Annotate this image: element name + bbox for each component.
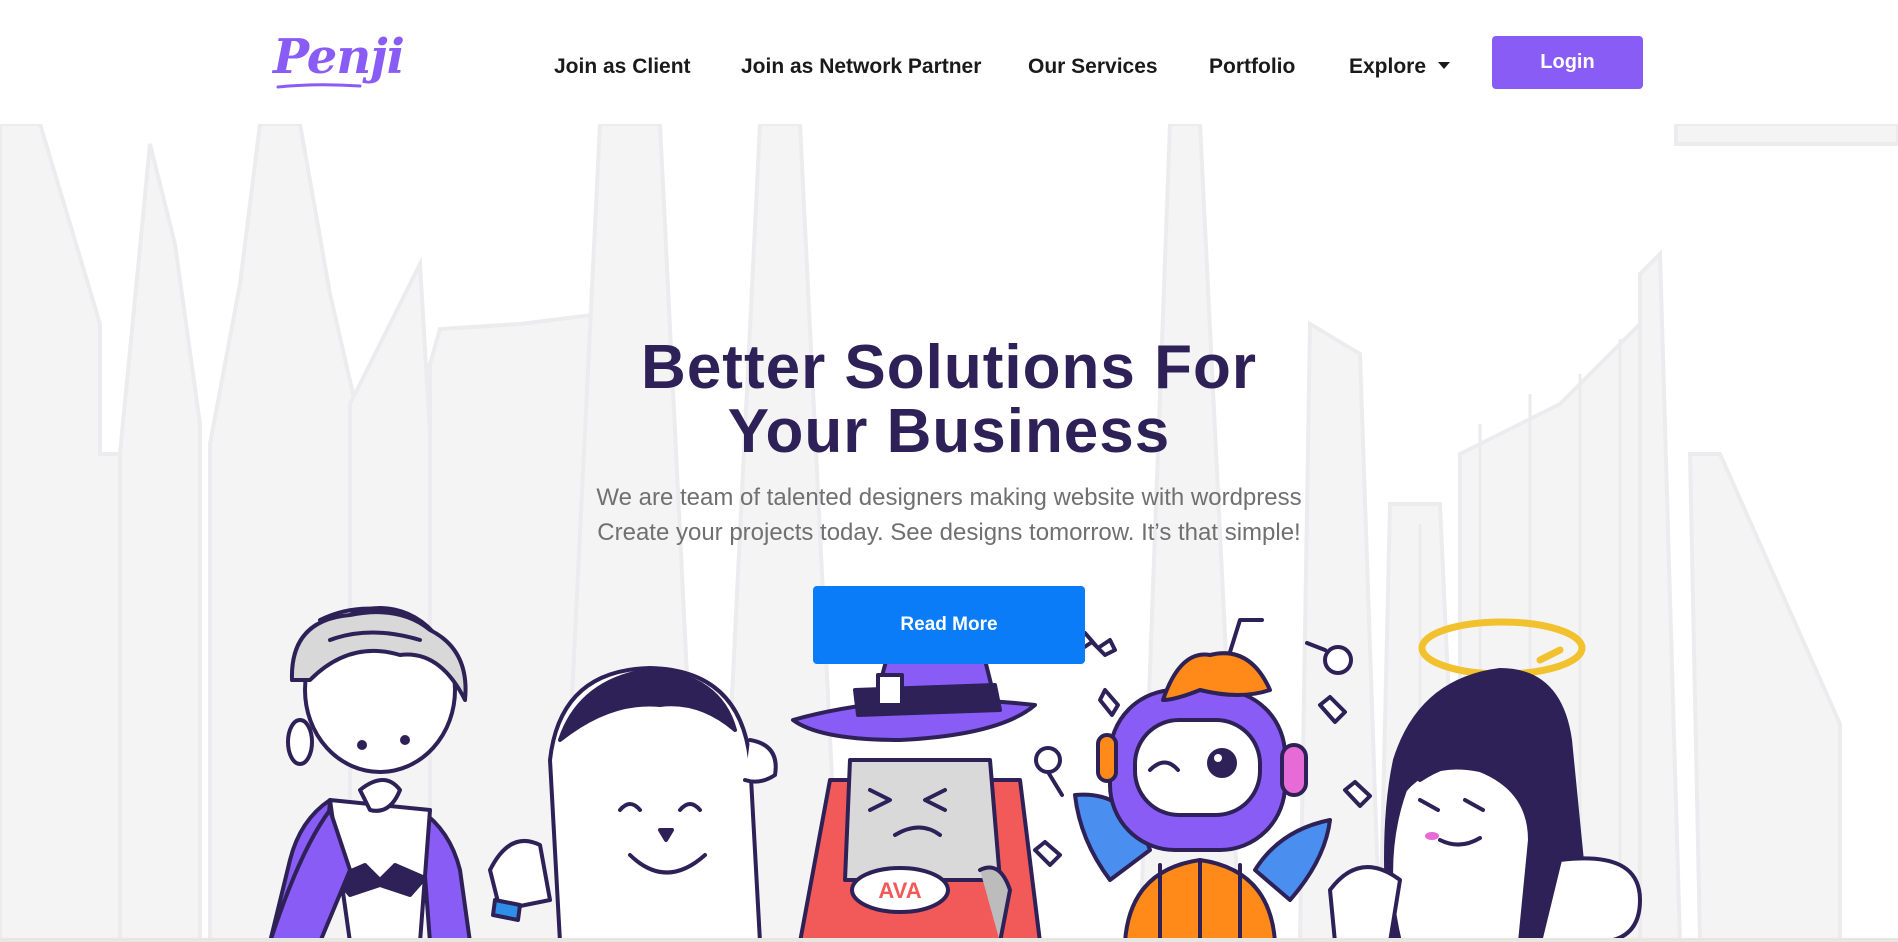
hero-subtitle-line-2: Create your projects today. See designs … <box>597 519 1301 546</box>
hero-title: Better Solutions For Your Business <box>0 336 1898 464</box>
nav-join-as-network-partner[interactable]: Join as Network Partner <box>741 52 981 82</box>
site-header: Penji Join as Client Join as Network Par… <box>0 0 1898 124</box>
nav-our-services[interactable]: Our Services <box>1028 52 1158 82</box>
ava-badge: AVA <box>878 878 921 903</box>
read-more-button[interactable]: Read More <box>813 586 1085 664</box>
nav-join-as-client[interactable]: Join as Client <box>554 52 691 82</box>
angel-character <box>1328 618 1642 942</box>
hero-subtitle: We are team of talented designers making… <box>0 480 1898 550</box>
chevron-down-icon <box>1438 61 1451 69</box>
login-button[interactable]: Login <box>1492 36 1643 89</box>
nav-portfolio[interactable]: Portfolio <box>1209 52 1295 82</box>
logo-swoosh <box>276 83 362 89</box>
nav-explore[interactable]: Explore <box>1349 52 1451 82</box>
yeti-character <box>488 666 778 942</box>
hero-title-line-1: Better Solutions For <box>641 333 1257 402</box>
hero-subtitle-line-1: We are team of talented designers making… <box>596 484 1302 511</box>
page-bottom-divider <box>0 938 1898 942</box>
hero-title-line-2: Your Business <box>727 397 1171 466</box>
pumpkin-robot-character <box>1073 618 1332 942</box>
vampire-character <box>268 606 472 942</box>
nav-explore-label: Explore <box>1349 55 1427 78</box>
